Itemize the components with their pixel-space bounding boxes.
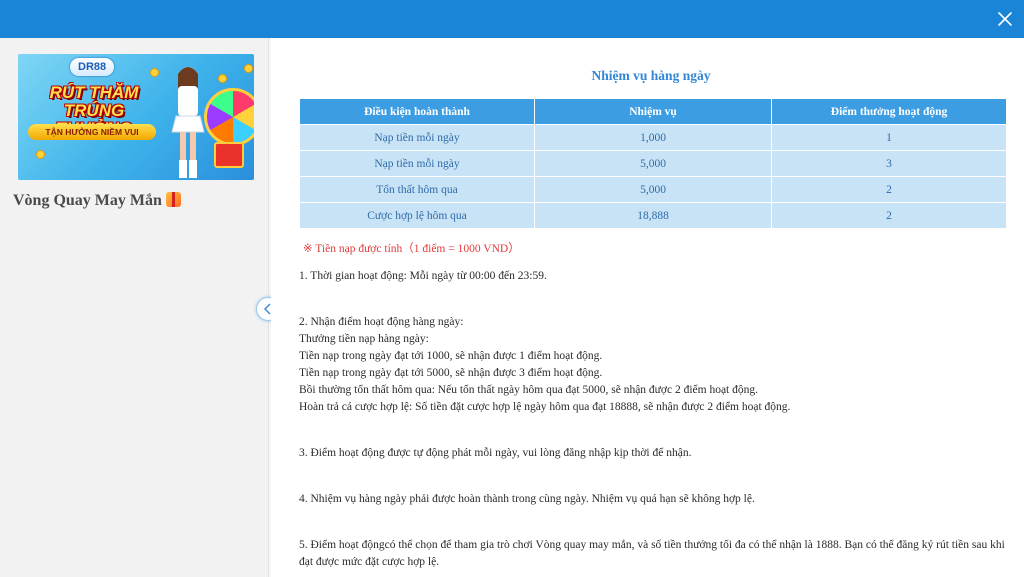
coin-decoration: [218, 74, 227, 83]
sidebar-item-label: Vòng Quay May Mắn: [13, 192, 162, 209]
wheel-graphic: [204, 88, 254, 146]
close-button[interactable]: [994, 8, 1016, 30]
coin-decoration: [244, 64, 253, 73]
gift-icon: [165, 192, 181, 207]
table-row: Nạp tiền mỗi ngày 5,000 3: [299, 150, 1007, 177]
rule-2-line: Tiền nạp trong ngày đạt tới 5000, sẽ nhậ…: [299, 367, 603, 379]
gift-box-graphic: [214, 142, 244, 168]
table-cell: 1: [771, 124, 1007, 151]
column-header: Nhiệm vụ: [534, 98, 772, 125]
rule-5: 5. Điểm hoạt độngcó thể chọn để tham gia…: [299, 539, 1005, 568]
banner-subtitle: TẬN HƯỞNG NIỀM VUI: [28, 124, 156, 140]
table-row: Nạp tiền mỗi ngày 1,000 1: [299, 124, 1007, 151]
banner-title-line1: RÚT THĂM: [49, 83, 139, 102]
column-header: Điều kiện hoàn thành: [299, 98, 535, 125]
rule-2-title: 2. Nhận điểm hoạt động hàng ngày:: [299, 316, 464, 328]
close-icon: [998, 12, 1012, 26]
deposit-note: ※ Tiền nạp được tính（1 điểm = 1000 VND）: [303, 243, 520, 255]
banner-logo: DR88: [70, 58, 115, 76]
table-cell: 5,000: [534, 150, 772, 177]
table-cell: 3: [771, 150, 1007, 177]
rules-text: 1. Thời gian hoạt động: Mỗi ngày từ 00:0…: [299, 268, 1019, 571]
table-cell: 2: [771, 202, 1007, 229]
rule-2-line: Bồi thường tổn thất hôm qua: Nếu tổn thấ…: [299, 384, 759, 396]
rule-1: 1. Thời gian hoạt động: Mỗi ngày từ 00:0…: [299, 270, 547, 282]
rule-3: 3. Điểm hoạt động được tự động phát mỗi …: [299, 447, 692, 459]
table-cell: 18,888: [534, 202, 772, 229]
rule-2-line: Thưởng tiền nạp hàng ngày:: [299, 333, 429, 345]
sidebar: DR88 RÚT THĂM TRÚNG THƯỞNG TẬN HƯỞNG NIỀ…: [0, 38, 269, 577]
column-header: Điểm thưởng hoạt động: [771, 98, 1007, 125]
table-header-row: Điều kiện hoàn thành Nhiệm vụ Điểm thưởn…: [299, 98, 1007, 125]
rule-2-line: Tiền nạp trong ngày đạt tới 1000, sẽ nhậ…: [299, 350, 603, 362]
table-cell: 1,000: [534, 124, 772, 151]
table-cell: Tổn thất hôm qua: [299, 176, 535, 203]
sidebar-item-lucky-wheel[interactable]: Vòng Quay May Mắn: [13, 192, 181, 210]
coin-decoration: [36, 150, 45, 159]
coin-decoration: [150, 68, 159, 77]
lucky-wheel-banner[interactable]: DR88 RÚT THĂM TRÚNG THƯỞNG TẬN HƯỞNG NIỀ…: [18, 54, 254, 180]
main-content: Nhiệm vụ hàng ngày Điều kiện hoàn thành …: [271, 38, 1024, 577]
table-cell: Nạp tiền mỗi ngày: [299, 124, 535, 151]
rule-2-line: Hoàn trả cá cược hợp lệ: Số tiền đặt cượ…: [299, 401, 791, 413]
table-row: Tổn thất hôm qua 5,000 2: [299, 176, 1007, 203]
table-row: Cược hợp lệ hôm qua 18,888 2: [299, 202, 1007, 229]
table-cell: Nạp tiền mỗi ngày: [299, 150, 535, 177]
table-cell: Cược hợp lệ hôm qua: [299, 202, 535, 229]
table-cell: 2: [771, 176, 1007, 203]
header-bar: [0, 0, 1024, 38]
tasks-table: Điều kiện hoàn thành Nhiệm vụ Điểm thưởn…: [299, 98, 1007, 229]
page-title: Nhiệm vụ hàng ngày: [591, 68, 711, 83]
rule-4: 4. Nhiệm vụ hàng ngày phải được hoàn thà…: [299, 493, 755, 505]
table-cell: 5,000: [534, 176, 772, 203]
